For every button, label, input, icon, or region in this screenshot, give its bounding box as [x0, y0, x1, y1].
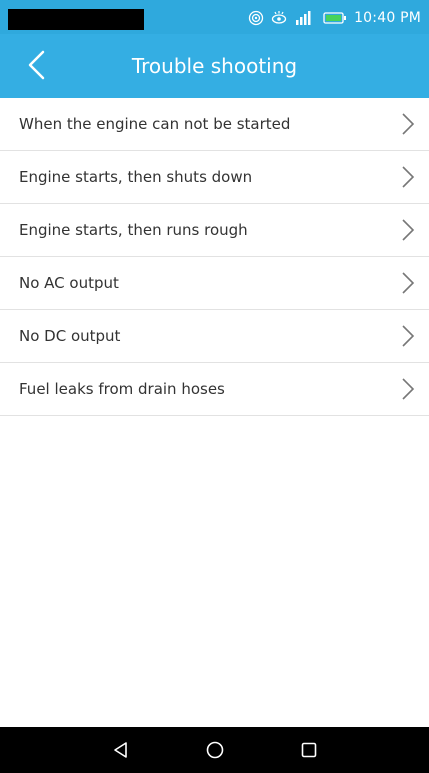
- list-item[interactable]: Engine starts, then runs rough: [0, 204, 429, 257]
- eye-comfort-icon: [271, 10, 287, 26]
- status-bar: 10:40 PM: [0, 0, 429, 34]
- recents-square-icon: [301, 742, 316, 758]
- nav-home-button[interactable]: [200, 735, 230, 765]
- troubleshooting-list: When the engine can not be started Engin…: [0, 98, 429, 416]
- signal-icon: [294, 10, 316, 26]
- chevron-right-icon: [402, 378, 415, 400]
- home-circle-icon: [206, 741, 223, 759]
- chevron-right-icon: [402, 113, 415, 135]
- hotspot-icon: [248, 10, 264, 26]
- battery-icon: [323, 11, 347, 25]
- chevron-right-icon: [402, 325, 415, 347]
- list-item[interactable]: No AC output: [0, 257, 429, 310]
- list-item[interactable]: Fuel leaks from drain hoses: [0, 363, 429, 416]
- status-icons: 10:40 PM: [248, 8, 421, 28]
- redacted-area: [8, 9, 144, 30]
- list-item-label: Fuel leaks from drain hoses: [19, 380, 225, 398]
- list-item[interactable]: No DC output: [0, 310, 429, 363]
- back-triangle-icon: [113, 742, 127, 758]
- chevron-right-icon: [402, 272, 415, 294]
- screen: 10:40 PM Trouble shooting When the engin…: [0, 0, 429, 773]
- chevron-right-icon: [402, 166, 415, 188]
- list-item-label: Engine starts, then shuts down: [19, 168, 253, 186]
- list-item[interactable]: When the engine can not be started: [0, 98, 429, 151]
- page-title: Trouble shooting: [131, 54, 298, 78]
- list-item-label: Engine starts, then runs rough: [19, 221, 248, 239]
- app-header: Trouble shooting: [0, 34, 429, 98]
- system-nav-bar: [0, 727, 429, 773]
- list-item-label: No DC output: [19, 327, 121, 345]
- list-item[interactable]: Engine starts, then shuts down: [0, 151, 429, 204]
- nav-recents-button[interactable]: [294, 735, 324, 765]
- status-time: 10:40 PM: [354, 10, 421, 26]
- nav-back-button[interactable]: [106, 735, 136, 765]
- list-item-label: When the engine can not be started: [19, 115, 291, 133]
- list-item-label: No AC output: [19, 274, 119, 292]
- chevron-right-icon: [402, 219, 415, 241]
